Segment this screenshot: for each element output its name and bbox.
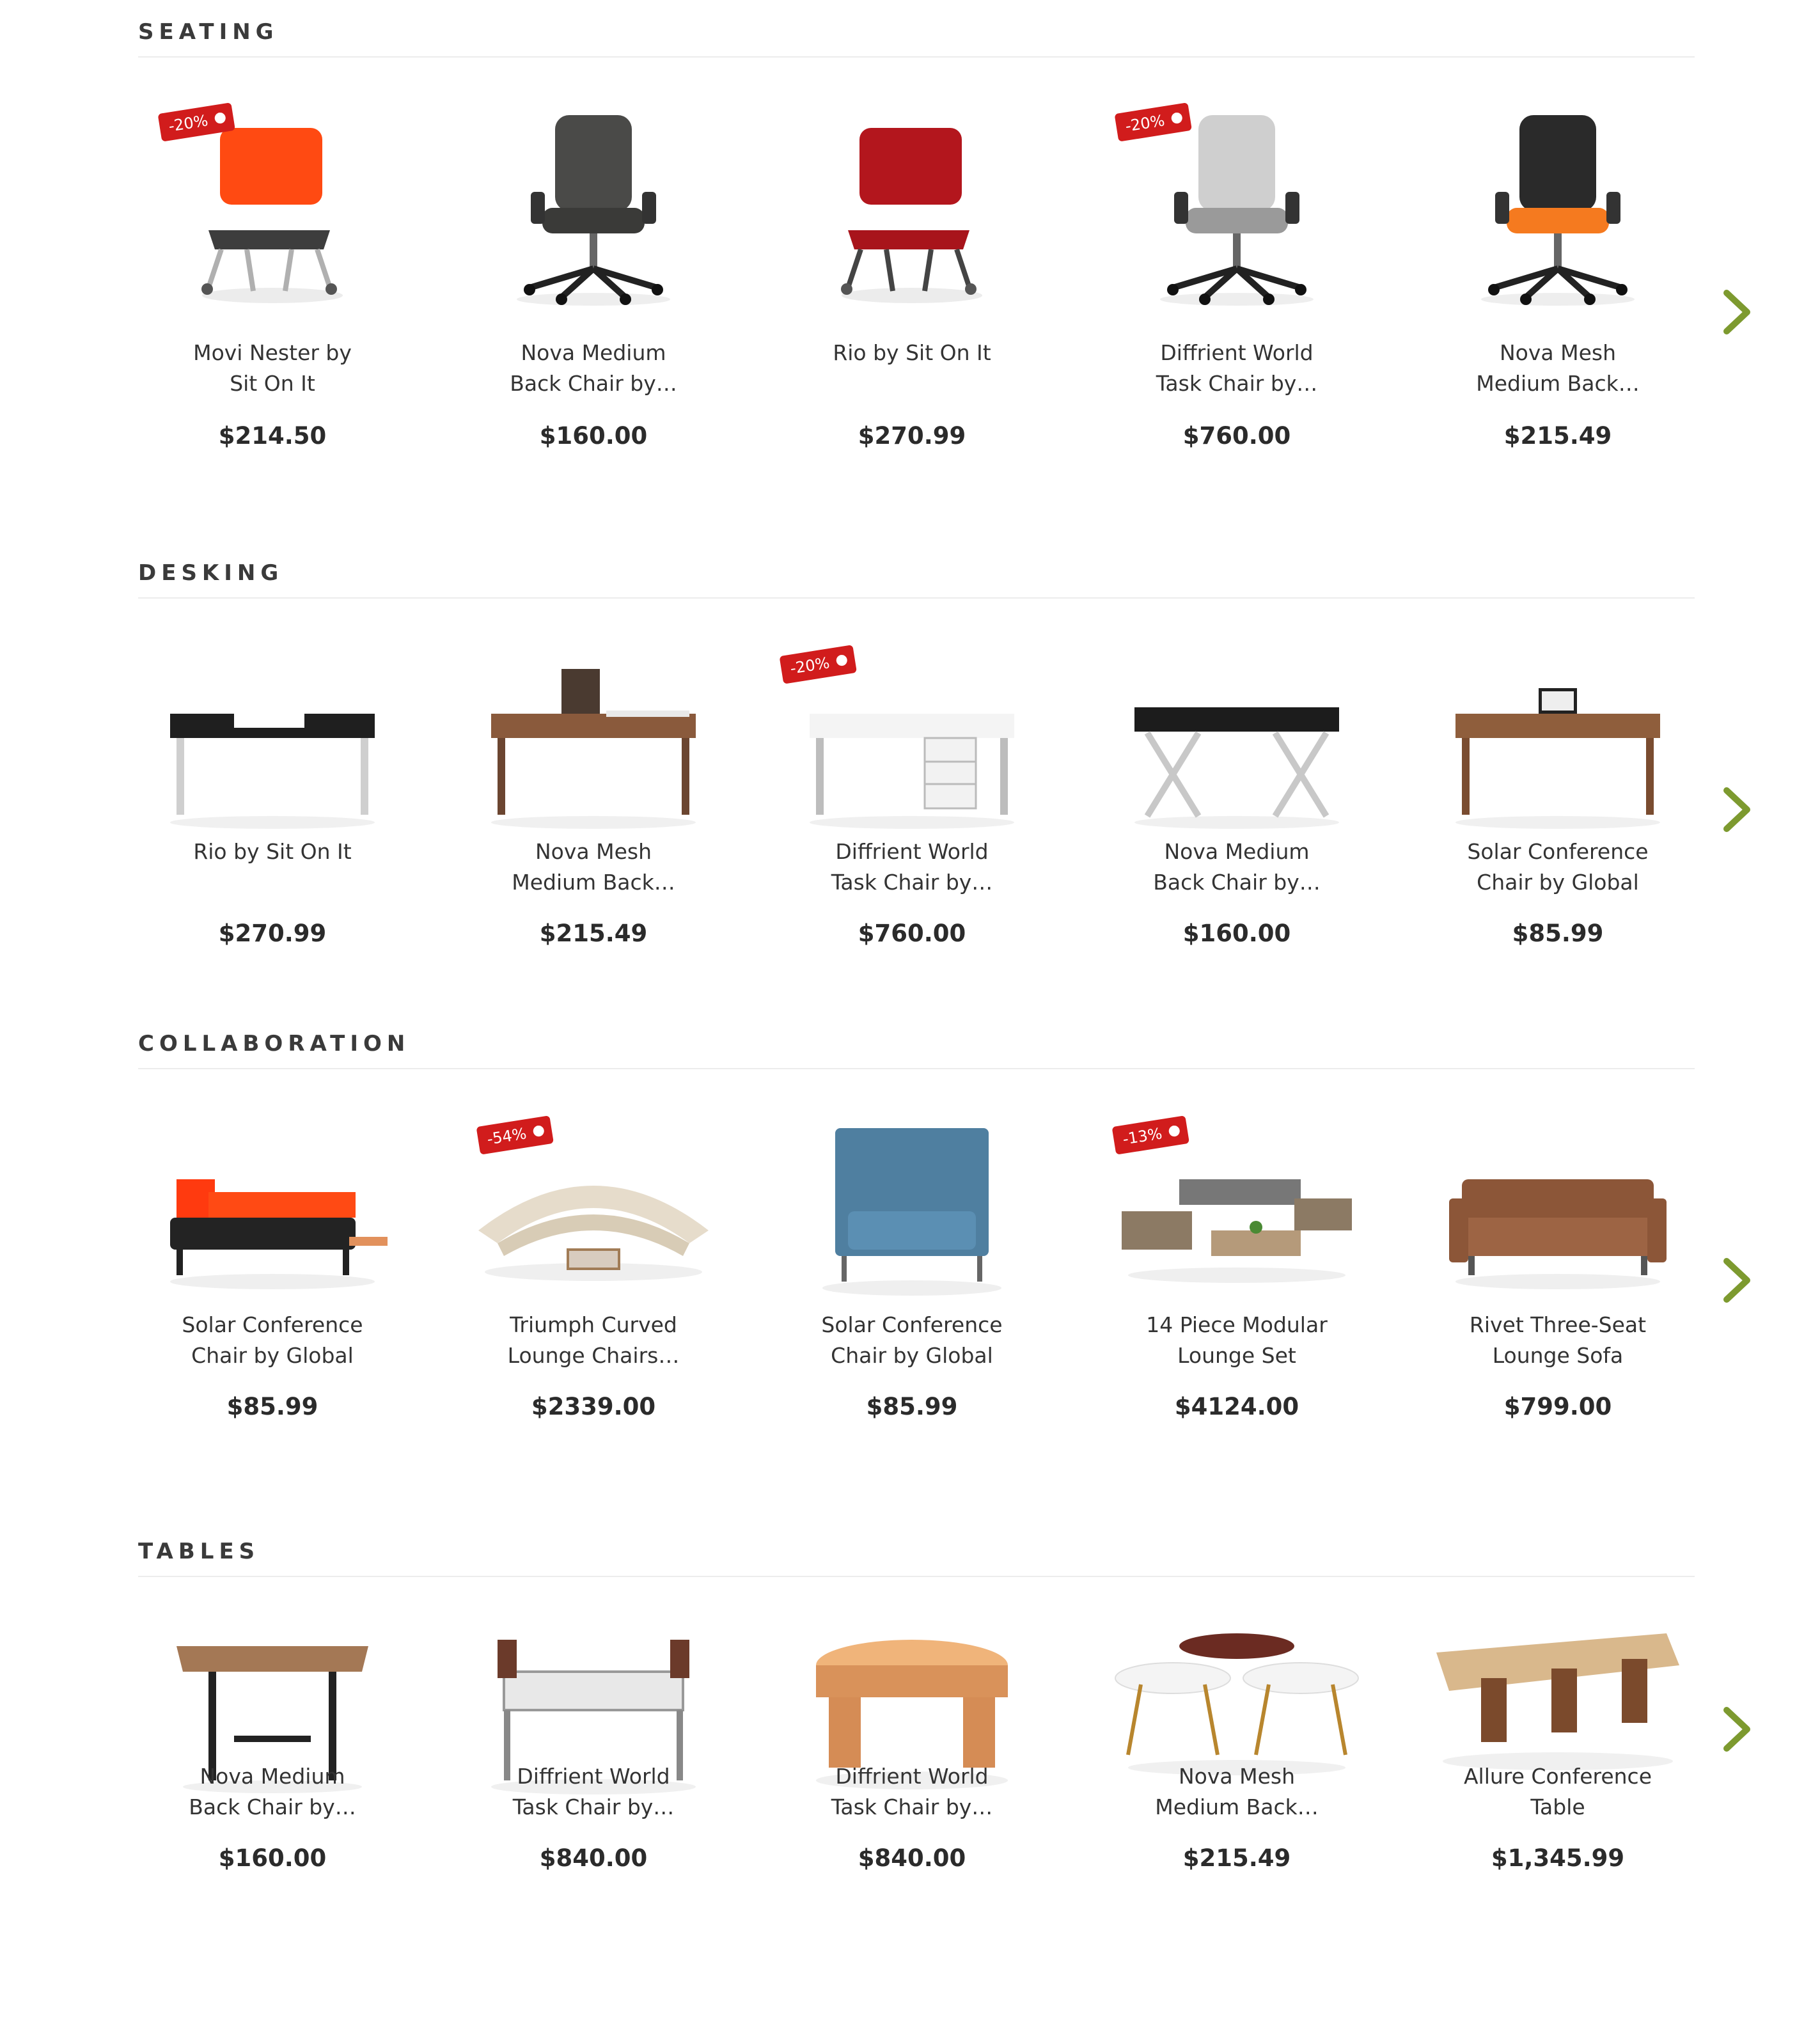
product-name[interactable]: Nova Mesh Medium Back…: [459, 836, 728, 898]
product-name[interactable]: 14 Piece Modular Lounge Set: [1102, 1310, 1371, 1371]
product-name[interactable]: Rivet Three-Seat Lounge Sofa: [1424, 1310, 1692, 1371]
product-card[interactable]: -20% Movi Nester by Sit On It $214.50: [138, 19, 407, 467]
tag-hole-icon: [835, 654, 848, 667]
product-name[interactable]: Triumph Curved Lounge Chairs…: [459, 1310, 728, 1371]
discount-badge-label: -13%: [1121, 1124, 1164, 1149]
chevron-right-icon: [1718, 787, 1756, 838]
product-card[interactable]: Nova Mesh Medium Back… $215.49: [1102, 1539, 1371, 1986]
product-image-brown-leather-sofa[interactable]: [1424, 1103, 1692, 1320]
product-card[interactable]: Solar Conference Chair by Global $85.99: [138, 1031, 407, 1479]
product-price: $270.99: [858, 422, 966, 450]
product-name[interactable]: Nova Medium Back Chair by…: [1102, 836, 1371, 898]
product-name[interactable]: Nova Medium Back Chair by…: [459, 338, 728, 399]
product-card[interactable]: -13% 14 Piece Modular Lounge Set $4124.00: [1102, 1031, 1371, 1479]
product-price: $85.99: [226, 1393, 318, 1420]
section-tables: TABLES Nova Medium Back Chair by… $160.00 D…: [138, 1539, 1750, 1999]
product-name[interactable]: Diffrient World Task Chair by…: [778, 836, 1046, 898]
product-name[interactable]: Movi Nester by Sit On It: [138, 338, 407, 399]
section-seating: SEATING -20% Movi Nester by Sit On It $214…: [138, 19, 1750, 480]
product-card[interactable]: Rio by Sit On It $270.99: [138, 560, 407, 1008]
discount-badge-label: -20%: [1124, 111, 1166, 136]
product-image-wood-writing-desk[interactable]: [1424, 631, 1692, 848]
section-desking: DESKING Rio by Sit On It $270.99 Nova Mes…: [138, 560, 1750, 1021]
product-image-x-leg-black-desk[interactable]: [1102, 631, 1371, 848]
product-card[interactable]: Nova Mesh Medium Back… $215.49: [459, 560, 728, 1008]
product-price: $160.00: [539, 422, 648, 450]
product-name[interactable]: Rio by Sit On It: [138, 836, 407, 867]
product-image-walnut-desk-with-chair[interactable]: [459, 631, 728, 848]
chevron-right-icon: [1718, 1707, 1756, 1757]
product-card[interactable]: Diffrient World Task Chair by… $840.00: [459, 1539, 728, 1986]
tag-hole-icon: [532, 1124, 545, 1138]
tag-hole-icon: [1170, 111, 1183, 125]
product-image-black-leather-office-chair[interactable]: [459, 96, 728, 313]
product-price: $85.99: [1512, 920, 1604, 947]
product-price: $760.00: [1182, 422, 1291, 450]
discount-badge-label: -20%: [788, 654, 831, 678]
product-name[interactable]: Allure Conference Table: [1424, 1761, 1692, 1823]
carousel-next-button[interactable]: [1718, 287, 1756, 338]
product-price: $85.99: [866, 1393, 958, 1420]
product-name[interactable]: Diffrient World Task Chair by…: [778, 1761, 1046, 1823]
product-price: $215.49: [539, 920, 648, 947]
chevron-right-icon: [1718, 290, 1756, 340]
product-card[interactable]: -54% Triumph Curved Lounge Chairs… $2339.0…: [459, 1031, 728, 1479]
carousel-next-button[interactable]: [1718, 1255, 1756, 1306]
carousel-next-button[interactable]: [1718, 784, 1756, 835]
product-card[interactable]: Diffrient World Task Chair by… $840.00: [778, 1539, 1046, 1986]
product-price: $214.50: [218, 422, 327, 450]
product-price: $270.99: [218, 920, 327, 947]
product-image-red-stacking-chair[interactable]: [778, 96, 1046, 313]
product-name[interactable]: Solar Conference Chair by Global: [778, 1310, 1046, 1371]
product-name[interactable]: Diffrient World Task Chair by…: [459, 1761, 728, 1823]
product-image-black-orange-lounge-bench[interactable]: [138, 1103, 407, 1320]
product-name[interactable]: Nova Mesh Medium Back…: [1102, 1761, 1371, 1823]
discount-badge-label: -20%: [167, 111, 210, 136]
product-card[interactable]: Solar Conference Chair by Global $85.99: [778, 1031, 1046, 1479]
product-card[interactable]: -20% Diffrient World Task Chair by… $760.0…: [1102, 19, 1371, 467]
product-name[interactable]: Solar Conference Chair by Global: [1424, 836, 1692, 898]
product-price: $215.49: [1503, 422, 1612, 450]
product-card[interactable]: Rivet Three-Seat Lounge Sofa $799.00: [1424, 1031, 1692, 1479]
tag-hole-icon: [1168, 1124, 1181, 1138]
product-card[interactable]: Nova Medium Back Chair by… $160.00: [1102, 560, 1371, 1008]
product-name[interactable]: Solar Conference Chair by Global: [138, 1310, 407, 1371]
product-card[interactable]: Nova Mesh Medium Back… $215.49: [1424, 19, 1692, 467]
product-name[interactable]: Rio by Sit On It: [778, 338, 1046, 368]
product-price: $840.00: [858, 1844, 966, 1872]
section-collaboration: COLLABORATION Solar Conference Chair by G…: [138, 1031, 1750, 1491]
product-price: $1,345.99: [1491, 1844, 1625, 1872]
product-price: $4124.00: [1174, 1393, 1299, 1420]
carousel-next-button[interactable]: [1718, 1704, 1756, 1755]
product-card[interactable]: Allure Conference Table $1,345.99: [1424, 1539, 1692, 1986]
product-card[interactable]: Rio by Sit On It $270.99: [778, 19, 1046, 467]
product-price: $215.49: [1182, 1844, 1291, 1872]
product-price: $160.00: [218, 1844, 327, 1872]
product-name[interactable]: Nova Medium Back Chair by…: [138, 1761, 407, 1823]
product-price: $160.00: [1182, 920, 1291, 947]
tag-hole-icon: [214, 111, 226, 125]
product-price: $840.00: [539, 1844, 648, 1872]
product-image-mesh-chair-orange-seat[interactable]: [1424, 96, 1692, 313]
product-price: $2339.00: [531, 1393, 656, 1420]
product-price: $760.00: [858, 920, 966, 947]
product-price: $799.00: [1503, 1393, 1612, 1420]
product-name[interactable]: Diffrient World Task Chair by…: [1102, 338, 1371, 399]
product-image-blue-high-back-sofa[interactable]: [778, 1103, 1046, 1320]
product-image-black-white-desk[interactable]: [138, 631, 407, 848]
product-card[interactable]: Solar Conference Chair by Global $85.99: [1424, 560, 1692, 1008]
chevron-right-icon: [1718, 1258, 1756, 1308]
product-card[interactable]: Nova Medium Back Chair by… $160.00: [459, 19, 728, 467]
product-name[interactable]: Nova Mesh Medium Back…: [1424, 338, 1692, 399]
discount-badge-label: -54%: [485, 1124, 528, 1149]
product-card[interactable]: Nova Medium Back Chair by… $160.00: [138, 1539, 407, 1986]
product-card[interactable]: -20% Diffrient World Task Chair by… $760.0…: [778, 560, 1046, 1008]
